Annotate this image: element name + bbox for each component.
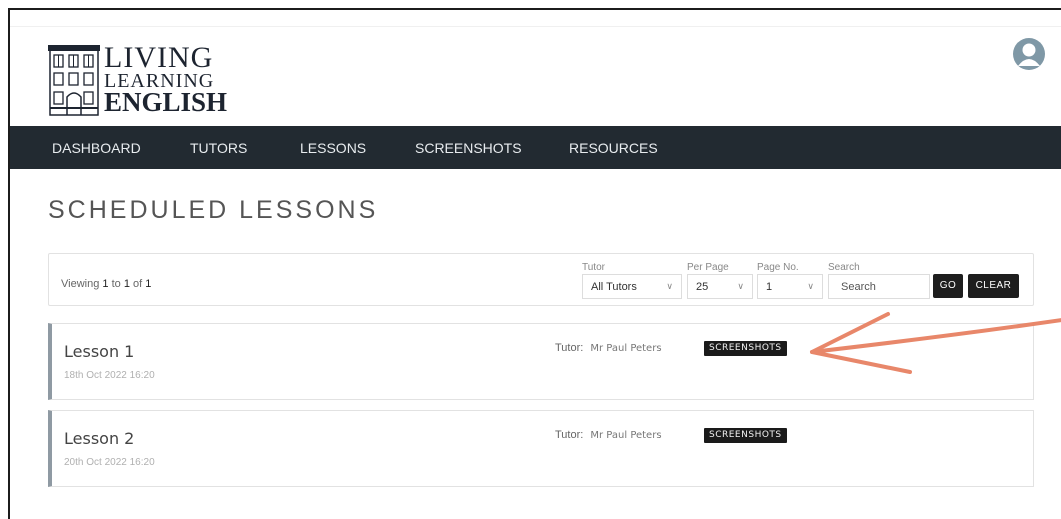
brand-logo[interactable]: LIVING LEARNING ENGLISH <box>48 43 227 117</box>
building-icon <box>48 45 100 116</box>
app-frame: LIVING LEARNING ENGLISH DASHBOARD TUTORS… <box>8 8 1061 519</box>
annotation-arrow-icon <box>810 312 1061 374</box>
page-no-label: Page No. <box>757 262 799 273</box>
go-button[interactable]: GO <box>933 274 963 298</box>
lesson-tutor: Tutor: Mr Paul Peters <box>555 429 662 441</box>
tutor-filter-label: Tutor <box>582 262 605 273</box>
screenshots-button[interactable]: SCREENSHOTS <box>704 341 787 356</box>
chevron-down-icon: ∨ <box>737 281 744 291</box>
viewing-of-word: of <box>133 278 143 290</box>
tutor-name: Mr Paul Peters <box>590 343 662 354</box>
viewing-to-word: to <box>111 278 121 290</box>
page-no-select[interactable]: 1 ∨ <box>757 274 823 299</box>
filter-panel: Viewing 1 to 1 of 1 Tutor All Tutors ∨ P… <box>48 253 1034 306</box>
clear-button[interactable]: CLEAR <box>968 274 1019 298</box>
page-title: SCHEDULED LESSONS <box>48 196 379 224</box>
nav-item-lessons[interactable]: LESSONS <box>300 140 366 156</box>
viewing-prefix: Viewing <box>61 278 100 290</box>
per-page-label: Per Page <box>687 262 729 273</box>
viewing-summary: Viewing 1 to 1 of 1 <box>61 278 151 290</box>
brand-wordmark: LIVING LEARNING ENGLISH <box>104 43 227 116</box>
lesson-title: Lesson 1 <box>64 342 135 361</box>
nav-item-screenshots[interactable]: SCREENSHOTS <box>415 140 522 156</box>
per-page-select[interactable]: 25 ∨ <box>687 274 753 299</box>
lesson-date: 18th Oct 2022 16:20 <box>64 370 155 381</box>
search-label: Search <box>828 262 860 273</box>
chevron-down-icon: ∨ <box>666 281 673 291</box>
tutor-select[interactable]: All Tutors ∨ <box>582 274 682 299</box>
tutor-label: Tutor: <box>555 429 584 441</box>
nav-item-dashboard[interactable]: DASHBOARD <box>52 140 141 156</box>
main-nav: DASHBOARD TUTORS LESSONS SCREENSHOTS RES… <box>10 126 1061 169</box>
brand-line-1: LIVING <box>104 41 214 74</box>
lesson-title: Lesson 2 <box>64 429 135 448</box>
lesson-tutor: Tutor: Mr Paul Peters <box>555 342 662 354</box>
user-avatar-icon[interactable] <box>1013 38 1045 70</box>
lesson-card[interactable]: Lesson 2 20th Oct 2022 16:20 Tutor: Mr P… <box>48 410 1034 487</box>
nav-item-tutors[interactable]: TUTORS <box>190 140 247 156</box>
user-silhouette-icon <box>1018 43 1040 66</box>
viewing-total: 1 <box>145 278 152 290</box>
brand-line-3: ENGLISH <box>104 87 228 117</box>
page-no-value: 1 <box>766 281 773 293</box>
viewing-to: 1 <box>123 278 130 290</box>
tutor-label: Tutor: <box>555 342 584 354</box>
tutor-name: Mr Paul Peters <box>590 430 662 441</box>
per-page-value: 25 <box>696 281 709 293</box>
tutor-select-value: All Tutors <box>591 281 637 293</box>
lesson-date: 20th Oct 2022 16:20 <box>64 457 155 468</box>
search-input[interactable]: Search <box>828 274 930 299</box>
viewing-from: 1 <box>102 278 109 290</box>
search-placeholder: Search <box>841 281 876 293</box>
chevron-down-icon: ∨ <box>807 281 814 291</box>
site-header: LIVING LEARNING ENGLISH <box>10 26 1061 126</box>
nav-item-resources[interactable]: RESOURCES <box>569 140 658 156</box>
screenshots-button[interactable]: SCREENSHOTS <box>704 428 787 443</box>
